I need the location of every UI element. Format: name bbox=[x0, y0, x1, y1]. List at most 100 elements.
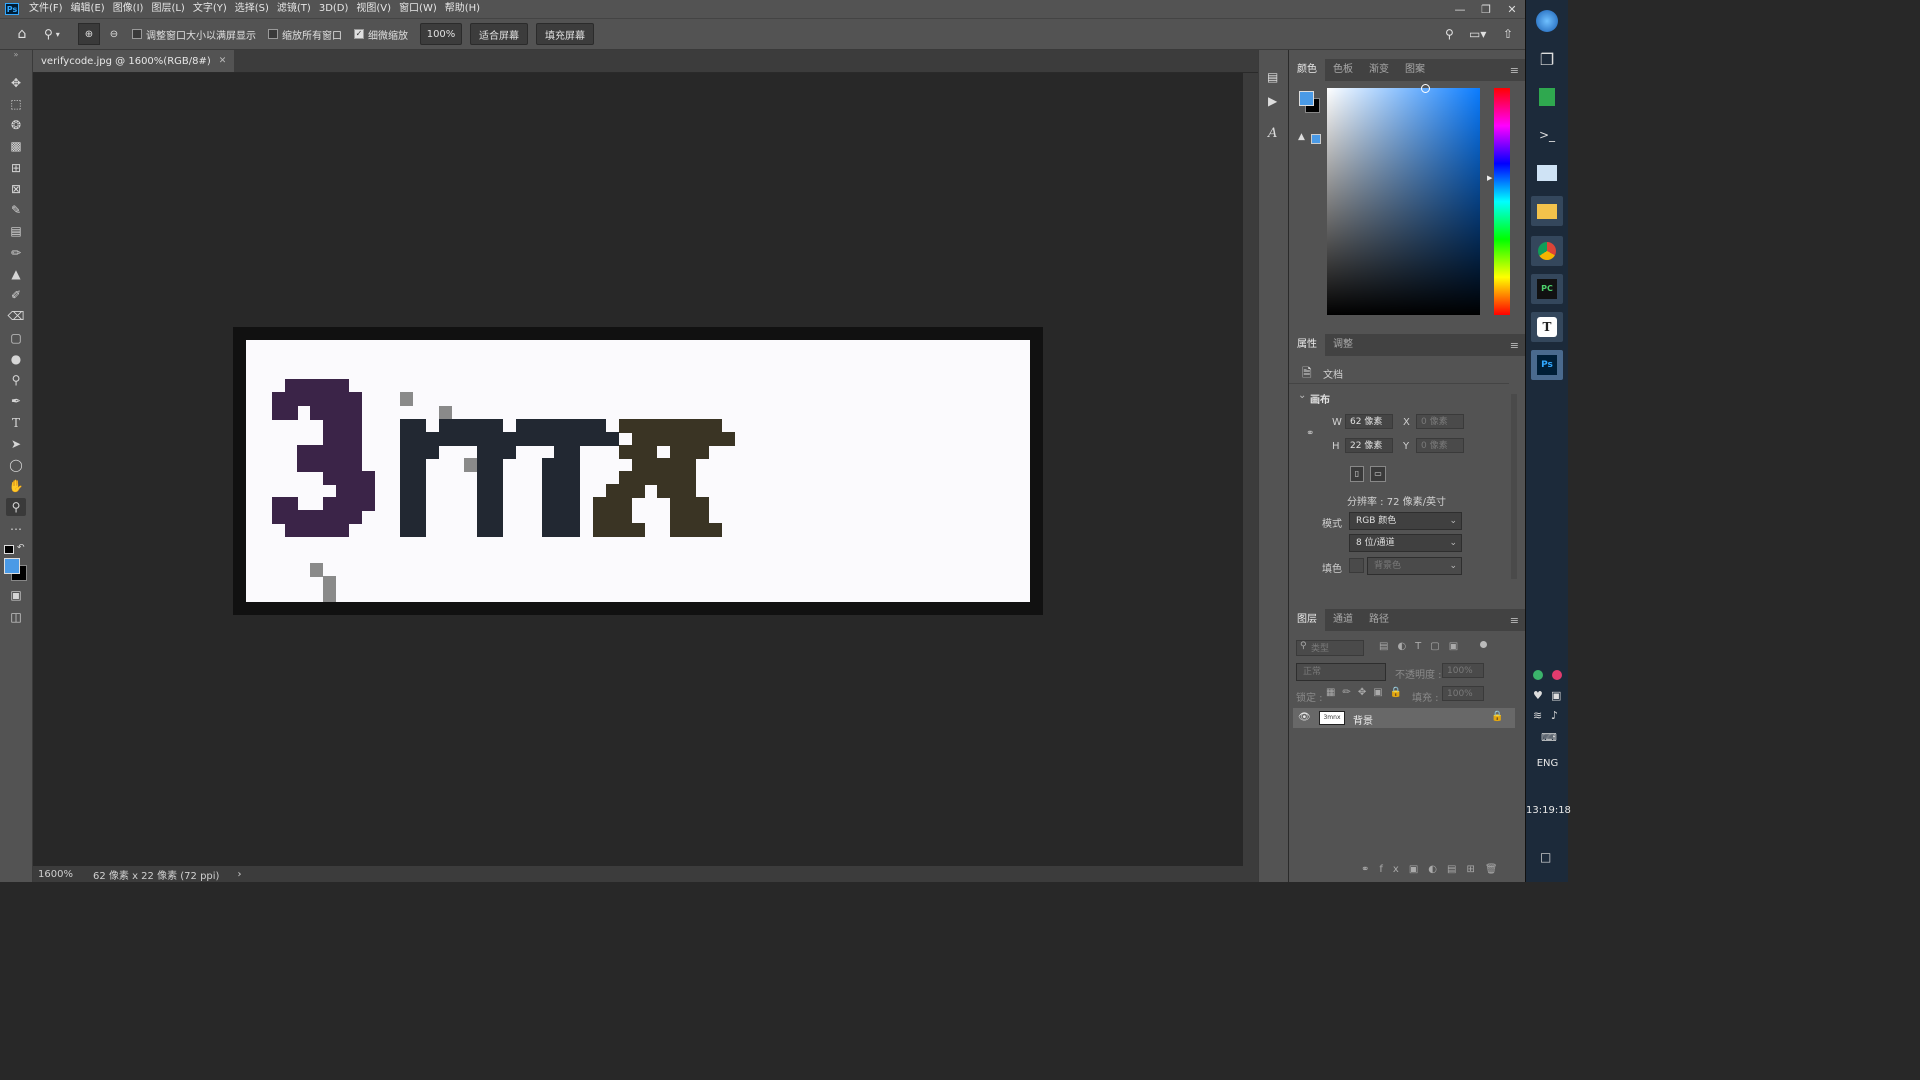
y-field[interactable]: 0 像素 bbox=[1416, 438, 1464, 453]
gradient-tool-icon[interactable]: ▢ bbox=[6, 329, 26, 347]
tab-gradients[interactable]: 渐变 bbox=[1361, 59, 1397, 81]
task-view-icon[interactable]: ❐ bbox=[1531, 44, 1563, 74]
green-app-icon[interactable] bbox=[1531, 82, 1563, 112]
fg-swatch[interactable] bbox=[1299, 91, 1314, 106]
width-field[interactable]: 62 像素 bbox=[1345, 414, 1393, 429]
menu-item[interactable]: 窗口(W) bbox=[395, 0, 441, 18]
menu-item[interactable]: 图像(I) bbox=[109, 0, 148, 18]
hand-tool-icon[interactable]: ✋ bbox=[6, 477, 26, 495]
tab-patterns[interactable]: 图案 bbox=[1397, 59, 1433, 81]
panel-menu-icon[interactable]: ≡ bbox=[1510, 339, 1519, 352]
fill-opacity-field[interactable]: 100% bbox=[1442, 686, 1484, 701]
bit-depth-select[interactable]: 8 位/通道 ⌄ bbox=[1349, 534, 1462, 552]
close-tab-icon[interactable]: ✕ bbox=[219, 56, 227, 66]
tab-paths[interactable]: 路径 bbox=[1361, 609, 1397, 631]
fill-select[interactable]: 背景色 ⌄ bbox=[1367, 557, 1462, 575]
keyboard-icon[interactable]: ⌨ bbox=[1541, 731, 1557, 744]
notification-icon[interactable]: □ bbox=[1540, 850, 1551, 864]
zoom-all-windows-checkbox[interactable]: 缩放所有窗口 bbox=[268, 27, 342, 42]
history-brush-tool-icon[interactable]: ✐ bbox=[6, 286, 26, 304]
web-safe-swatch[interactable] bbox=[1311, 134, 1321, 144]
pycharm-icon[interactable]: PC bbox=[1531, 274, 1563, 304]
menu-item[interactable]: 视图(V) bbox=[352, 0, 395, 18]
tray-app-icon[interactable] bbox=[1552, 670, 1562, 680]
scrubby-zoom-checkbox[interactable]: ✓ 细微缩放 bbox=[354, 27, 408, 42]
brush-tool-icon[interactable]: ✏ bbox=[6, 244, 26, 262]
photoshop-taskbar-icon[interactable]: Ps bbox=[1531, 350, 1563, 380]
clock[interactable]: 13:19:18 bbox=[1526, 805, 1571, 816]
hue-slider[interactable] bbox=[1494, 88, 1510, 315]
actions-panel-icon[interactable]: ▶ bbox=[1268, 94, 1277, 108]
layer-footer-icons[interactable]: ⚭fx▣◐▤⊞🗑 bbox=[1361, 864, 1508, 875]
dodge-tool-icon[interactable]: ⚲ bbox=[6, 371, 26, 389]
menu-item[interactable]: 滤镜(T) bbox=[273, 0, 315, 18]
height-field[interactable]: 22 像素 bbox=[1345, 438, 1393, 453]
panel-menu-icon[interactable]: ≡ bbox=[1510, 614, 1519, 627]
tab-color[interactable]: 颜色 bbox=[1289, 59, 1325, 81]
status-zoom[interactable]: 1600% bbox=[33, 869, 88, 880]
status-arrow-icon[interactable]: › bbox=[237, 869, 241, 880]
zoom-tool-preset-icon[interactable]: ⚲ ▾ bbox=[44, 27, 78, 41]
typora-icon[interactable]: T bbox=[1531, 312, 1563, 342]
portrait-icon[interactable]: ▯ bbox=[1350, 466, 1364, 482]
home-icon[interactable]: ⌂ bbox=[0, 26, 44, 42]
search-icon[interactable]: ⚲ bbox=[1445, 27, 1469, 41]
color-picker-marker[interactable] bbox=[1421, 84, 1430, 93]
collapse-icon[interactable]: » bbox=[6, 50, 26, 59]
foreground-color-swatch[interactable] bbox=[4, 558, 20, 574]
menu-item[interactable]: 文件(F) bbox=[25, 0, 67, 18]
hue-slider-handle[interactable]: ▶ bbox=[1487, 174, 1492, 182]
tray-shield-icon[interactable] bbox=[1533, 670, 1543, 680]
fill-swatch[interactable] bbox=[1349, 558, 1364, 573]
monitor-app-icon[interactable] bbox=[1531, 158, 1563, 188]
zoom-tool-icon[interactable]: ⚲ bbox=[6, 498, 26, 516]
pen-tool-icon[interactable]: ✒ bbox=[6, 392, 26, 410]
tab-channels[interactable]: 通道 bbox=[1325, 609, 1361, 631]
filter-toggle-icon[interactable] bbox=[1480, 641, 1487, 648]
more-tools-icon[interactable]: ⋯ bbox=[6, 520, 26, 538]
frame-tool-icon[interactable]: ⊠ bbox=[6, 180, 26, 198]
resize-windows-checkbox[interactable]: 调整窗口大小以满屏显示 bbox=[132, 27, 256, 42]
tab-swatches[interactable]: 色板 bbox=[1325, 59, 1361, 81]
menu-item[interactable]: 3D(D) bbox=[315, 0, 353, 18]
wifi-icon[interactable]: ≋ bbox=[1533, 709, 1542, 722]
marquee-tool-icon[interactable]: ⬚ bbox=[6, 95, 26, 113]
crop-tool-icon[interactable]: ⊞ bbox=[6, 159, 26, 177]
share-icon[interactable]: ⇧ bbox=[1503, 27, 1525, 41]
color-mode-select[interactable]: RGB 颜色 ⌄ bbox=[1349, 512, 1462, 530]
ellipse-tool-icon[interactable]: ◯ bbox=[6, 456, 26, 474]
vertical-scrollbar[interactable] bbox=[1243, 73, 1258, 866]
menu-item[interactable]: 图层(L) bbox=[147, 0, 188, 18]
eye-icon[interactable]: 👁 bbox=[1298, 712, 1311, 723]
eyedropper-tool-icon[interactable]: ✎ bbox=[6, 201, 26, 219]
terminal-icon[interactable]: >_ bbox=[1531, 120, 1563, 150]
link-icon[interactable]: ⚭ bbox=[1306, 428, 1314, 439]
move-tool-icon[interactable]: ✥ bbox=[6, 74, 26, 92]
menu-item[interactable]: 编辑(E) bbox=[67, 0, 109, 18]
object-selection-tool-icon[interactable]: ▩ bbox=[6, 137, 26, 155]
zoom-out-icon[interactable]: ⊖ bbox=[104, 29, 124, 40]
landscape-icon[interactable]: ▭ bbox=[1370, 466, 1386, 482]
document-image[interactable] bbox=[246, 340, 1030, 602]
blur-tool-icon[interactable]: ● bbox=[6, 350, 26, 368]
layer-row[interactable]: 👁 3mnx 背景 🔒 bbox=[1293, 708, 1515, 728]
canvas-area[interactable] bbox=[33, 73, 1243, 866]
tray-shirt-icon[interactable]: ♥ bbox=[1533, 689, 1543, 702]
clone-stamp-tool-icon[interactable]: ▲ bbox=[6, 265, 26, 283]
default-colors-icon[interactable] bbox=[4, 545, 14, 554]
canvas-expand-icon[interactable]: ⌄ bbox=[1298, 390, 1306, 401]
restore-icon[interactable]: ❐ bbox=[1473, 0, 1499, 18]
opacity-field[interactable]: 100% bbox=[1442, 663, 1484, 678]
lock-icons[interactable]: ▦✏✥▣🔒 bbox=[1326, 687, 1409, 698]
type-tool-icon[interactable]: T bbox=[6, 414, 26, 432]
eraser-tool-icon[interactable]: ⌫ bbox=[6, 307, 26, 325]
history-panel-icon[interactable]: ▤ bbox=[1267, 70, 1278, 84]
menu-item[interactable]: 选择(S) bbox=[231, 0, 273, 18]
minimize-icon[interactable]: — bbox=[1447, 0, 1473, 18]
zoom-in-icon[interactable]: ⊕ bbox=[78, 23, 100, 45]
blend-mode-select[interactable]: 正常 bbox=[1296, 663, 1386, 681]
screen-mode-icon[interactable]: ◫ bbox=[6, 608, 26, 626]
swap-colors-icon[interactable]: ↶ bbox=[17, 543, 25, 553]
panel-menu-icon[interactable]: ≡ bbox=[1510, 64, 1519, 77]
fill-screen-button[interactable]: 填充屏幕 bbox=[536, 23, 594, 45]
